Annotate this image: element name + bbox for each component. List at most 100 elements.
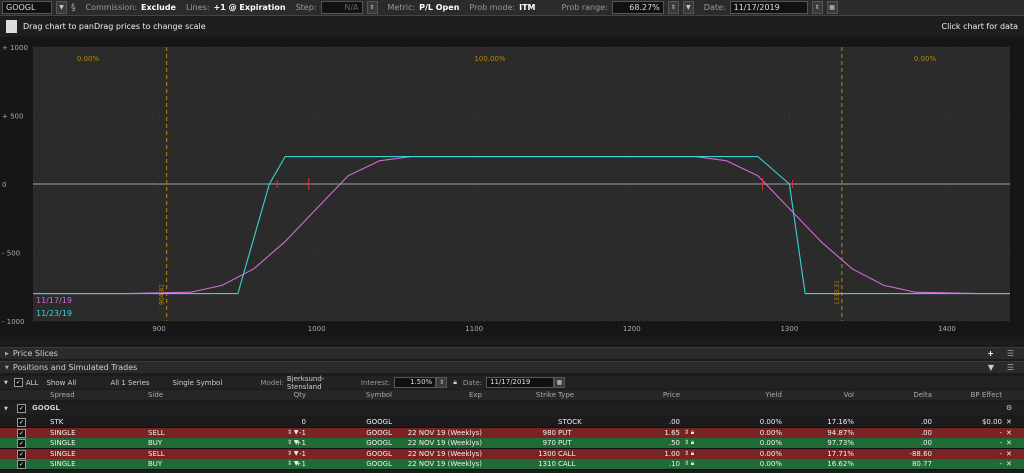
column-header-strike[interactable]: Strike: [484, 390, 556, 400]
filters-collapse-icon[interactable]: ▼: [4, 380, 8, 386]
cell-symbol: GOOGL: [366, 428, 392, 437]
row-checkbox[interactable]: ✓: [17, 418, 26, 427]
remove-row-icon[interactable]: ✕: [1006, 438, 1012, 448]
risk-profile-chart[interactable]: + 1000 + 500 0 - 500 - 1000 900 1000 1100 1200 1…: [0, 37, 1024, 337]
step-spinner-icon[interactable]: ⇕: [366, 1, 378, 14]
positions-menu-icon[interactable]: ☰: [1007, 363, 1014, 372]
table-row[interactable]: ✓ STK 0 GOOGL STOCK .00 0.00% 17.16% .00 $0.00 ✕: [0, 417, 1024, 428]
cell-delta: 80.77: [911, 460, 932, 469]
model-select[interactable]: Bjerksund-Stensland: [287, 375, 357, 391]
table-row[interactable]: ✓ SINGLE BUY +1 GOOGL 22 NOV 19 (Weeklys) 1310…: [0, 459, 1024, 471]
table-row[interactable]: ✓ SINGLE SELL -1 GOOGL 22 NOV 19 (Weeklys) 980…: [0, 427, 1024, 439]
price-slices-header[interactable]: ▶ Price Slices + ☰: [0, 347, 1024, 359]
metric-value[interactable]: P/L Open: [419, 3, 459, 12]
group-checkbox[interactable]: ✓: [17, 404, 26, 413]
prob-range-spinner-icon[interactable]: ⇕: [667, 1, 679, 14]
filters-row: ▼ ✓ ALL Show All All 1 Series Single Sym…: [0, 375, 1024, 391]
qty-stepper-icon[interactable]: ⇕ ▼: [287, 428, 299, 438]
interest-spinner-icon[interactable]: ⇕: [436, 377, 448, 388]
cell-yield: 0.00%: [759, 428, 782, 437]
cell-symbol: GOOGL: [366, 418, 392, 426]
symbol-dropdown-icon[interactable]: ▼: [56, 1, 67, 14]
cell-strike[interactable]: 980: [484, 428, 556, 438]
prob-mode-value[interactable]: ITM: [519, 3, 535, 12]
cell-exp[interactable]: [394, 417, 482, 427]
cell-strike[interactable]: 1300: [484, 449, 556, 459]
toolbar: GOOGL ▼ § Commission: Exclude Lines: +1 …: [0, 0, 1024, 16]
column-header-yield[interactable]: Yield: [712, 390, 782, 400]
column-header-price[interactable]: Price: [632, 390, 680, 400]
menu-icon[interactable]: ☰: [1007, 349, 1014, 358]
table-row[interactable]: ✓ SINGLE BUY +1 GOOGL 22 NOV 19 (Weeklys) 970 P…: [0, 438, 1024, 450]
cell-qty[interactable]: 0: [240, 417, 306, 427]
column-header-qty[interactable]: Qty: [240, 390, 306, 400]
column-header-spread[interactable]: Spread: [50, 390, 140, 400]
filter-calendar-icon[interactable]: ▦: [554, 377, 566, 388]
expand-icon[interactable]: ▶: [5, 351, 9, 357]
prob-range-dropdown-icon[interactable]: ▼: [682, 1, 694, 14]
cell-price[interactable]: 1.65: [632, 428, 680, 438]
column-header-exp[interactable]: Exp: [394, 390, 482, 400]
lines-value[interactable]: +1 @ Expiration: [214, 3, 286, 12]
cell-exp[interactable]: 22 NOV 19 (Weeklys): [394, 428, 482, 438]
column-header-type[interactable]: Type: [558, 390, 630, 400]
row-checkbox[interactable]: ✓: [17, 449, 26, 459]
remove-row-icon[interactable]: ✕: [1006, 459, 1012, 469]
cell-strike[interactable]: 970: [484, 438, 556, 448]
remove-row-icon[interactable]: ✕: [1006, 449, 1012, 459]
remove-row-icon[interactable]: ✕: [1006, 428, 1012, 438]
price-stepper-icon[interactable]: ⇕ 🔒︎: [684, 438, 694, 448]
lock-icon[interactable]: 🔒︎: [453, 378, 457, 387]
interest-input[interactable]: 1.50%: [394, 377, 437, 388]
settings-icon[interactable]: ⚙: [1006, 403, 1012, 413]
positions-header[interactable]: ▼ Positions and Simulated Trades ▼ ☰: [0, 361, 1024, 373]
add-icon[interactable]: +: [987, 349, 994, 358]
column-header-symbol[interactable]: Symbol: [306, 390, 392, 400]
symbol-mode-select[interactable]: Single Symbol: [172, 379, 260, 387]
cell-price[interactable]: .00: [632, 417, 680, 427]
cell-strike[interactable]: 1310: [484, 459, 556, 469]
cell-side: SELL: [148, 449, 165, 458]
cell-exp[interactable]: 22 NOV 19 (Weeklys): [394, 459, 482, 469]
chart-panel-icon[interactable]: [6, 20, 17, 33]
price-stepper-icon[interactable]: ⇕ 🔒︎: [684, 428, 694, 438]
cell-price[interactable]: 1.00: [632, 449, 680, 459]
price-stepper-icon[interactable]: ⇕ 🔒︎: [684, 459, 694, 469]
symbol-input[interactable]: GOOGL: [2, 1, 52, 14]
series-select[interactable]: All 1 Series: [110, 379, 166, 387]
group-row[interactable]: ▼ ✓ GOOGL ⚙: [0, 402, 1024, 415]
column-header-bp[interactable]: BP Effect: [934, 390, 1002, 400]
filter-icon[interactable]: ▼: [988, 363, 994, 372]
cell-strike[interactable]: [484, 417, 556, 427]
step-input[interactable]: N/A: [320, 1, 363, 14]
all-checkbox[interactable]: ✓: [13, 378, 23, 387]
price-stepper-icon[interactable]: ⇕ 🔒︎: [684, 449, 694, 459]
table-row[interactable]: ✓ SINGLE SELL -1 GOOGL 22 NOV 19 (Weeklys) 130…: [0, 448, 1024, 460]
collapse-icon[interactable]: ▼: [5, 365, 9, 371]
column-header-side[interactable]: Side: [148, 390, 228, 400]
date-spinner-icon[interactable]: ⇕: [811, 1, 823, 14]
cell-vol: 17.71%: [827, 449, 854, 458]
chart-svg[interactable]: + 1000 + 500 0 - 500 - 1000 900 1000 1100 1200 1…: [0, 37, 1024, 337]
qty-stepper-icon[interactable]: ⇕ ▼: [287, 438, 299, 448]
group-collapse-icon[interactable]: ▼: [4, 404, 8, 414]
column-header-delta[interactable]: Delta: [856, 390, 932, 400]
cell-price[interactable]: .10: [632, 459, 680, 469]
column-header-vol[interactable]: Vol: [784, 390, 854, 400]
commission-value[interactable]: Exclude: [141, 3, 176, 12]
row-checkbox[interactable]: ✓: [17, 428, 26, 438]
link-icon[interactable]: §: [71, 3, 76, 13]
row-checkbox[interactable]: ✓: [17, 439, 26, 449]
cell-price[interactable]: .50: [632, 438, 680, 448]
date-input[interactable]: 11/17/2019: [729, 1, 808, 14]
prob-range-input[interactable]: 68.27%: [611, 1, 664, 14]
cell-exp[interactable]: 22 NOV 19 (Weeklys): [394, 438, 482, 448]
qty-stepper-icon[interactable]: ⇕ ▼: [287, 459, 299, 469]
filter-date-input[interactable]: 11/17/2019: [486, 377, 555, 388]
show-select[interactable]: Show All: [46, 379, 106, 387]
remove-row-icon[interactable]: ✕: [1006, 417, 1012, 427]
cell-exp[interactable]: 22 NOV 19 (Weeklys): [394, 449, 482, 459]
calendar-icon[interactable]: ▦: [826, 1, 838, 14]
row-checkbox[interactable]: ✓: [17, 460, 26, 470]
qty-stepper-icon[interactable]: ⇕ ▼: [287, 449, 299, 459]
